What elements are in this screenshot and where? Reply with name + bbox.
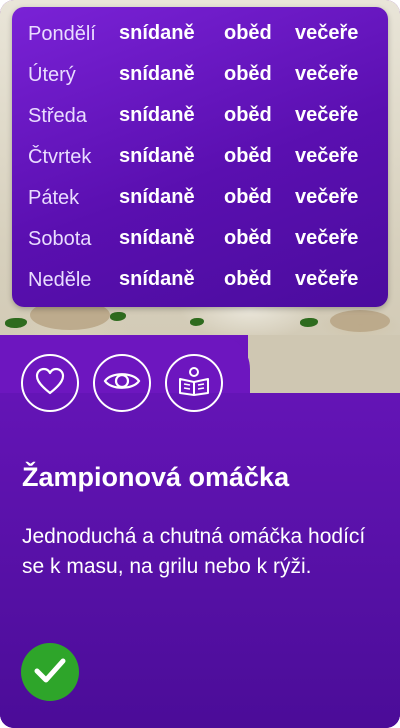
planner-row-thursday: Čtvrtek snídaně oběd večeře: [12, 138, 388, 178]
breakfast-button[interactable]: snídaně: [119, 63, 195, 86]
breakfast-button[interactable]: snídaně: [119, 186, 195, 209]
book-reader-icon: [177, 366, 211, 401]
recipe-title: Žampionová omáčka: [22, 462, 290, 492]
breakfast-button[interactable]: snídaně: [119, 227, 195, 250]
dinner-button[interactable]: večeře: [295, 22, 358, 45]
read-recipe-button[interactable]: [165, 354, 223, 412]
favorite-button[interactable]: [21, 354, 79, 412]
day-label: Středa: [28, 105, 87, 127]
weekly-meal-planner: Pondělí snídaně oběd večeře Úterý snídan…: [12, 7, 388, 307]
recipe-card: Pondělí snídaně oběd večeře Úterý snídan…: [0, 0, 400, 728]
breakfast-button[interactable]: snídaně: [119, 268, 195, 291]
planner-row-tuesday: Úterý snídaně oběd večeře: [12, 56, 388, 96]
planner-row-sunday: Neděle snídaně oběd večeře: [12, 261, 388, 301]
planner-row-friday: Pátek snídaně oběd večeře: [12, 179, 388, 219]
planner-row-saturday: Sobota snídaně oběd večeře: [12, 220, 388, 260]
day-label: Čtvrtek: [28, 146, 92, 168]
day-label: Pátek: [28, 187, 80, 209]
day-label: Pondělí: [28, 23, 96, 45]
planner-row-monday: Pondělí snídaně oběd večeře: [12, 15, 388, 55]
dinner-button[interactable]: večeře: [295, 186, 358, 209]
dinner-button[interactable]: večeře: [295, 63, 358, 86]
dinner-button[interactable]: večeře: [295, 227, 358, 250]
eye-icon: [103, 369, 141, 398]
dinner-button[interactable]: večeře: [295, 268, 358, 291]
planner-row-wednesday: Středa snídaně oběd večeře: [12, 97, 388, 137]
confirm-button[interactable]: [21, 643, 79, 701]
day-label: Úterý: [28, 64, 76, 86]
lunch-button[interactable]: oběd: [224, 186, 272, 209]
lunch-button[interactable]: oběd: [224, 268, 272, 291]
recipe-description: Jednoduchá a chutná omáčka hodící se k m…: [22, 525, 366, 578]
lunch-button[interactable]: oběd: [224, 22, 272, 45]
checkmark-icon: [33, 656, 67, 689]
breakfast-button[interactable]: snídaně: [119, 22, 195, 45]
lunch-button[interactable]: oběd: [224, 145, 272, 168]
heart-icon: [35, 367, 65, 400]
view-button[interactable]: [93, 354, 151, 412]
breakfast-button[interactable]: snídaně: [119, 104, 195, 127]
lunch-button[interactable]: oběd: [224, 63, 272, 86]
dinner-button[interactable]: večeře: [295, 104, 358, 127]
dinner-button[interactable]: večeře: [295, 145, 358, 168]
breakfast-button[interactable]: snídaně: [119, 145, 195, 168]
lunch-button[interactable]: oběd: [224, 104, 272, 127]
day-label: Sobota: [28, 228, 92, 250]
day-label: Neděle: [28, 269, 92, 291]
lunch-button[interactable]: oběd: [224, 227, 272, 250]
